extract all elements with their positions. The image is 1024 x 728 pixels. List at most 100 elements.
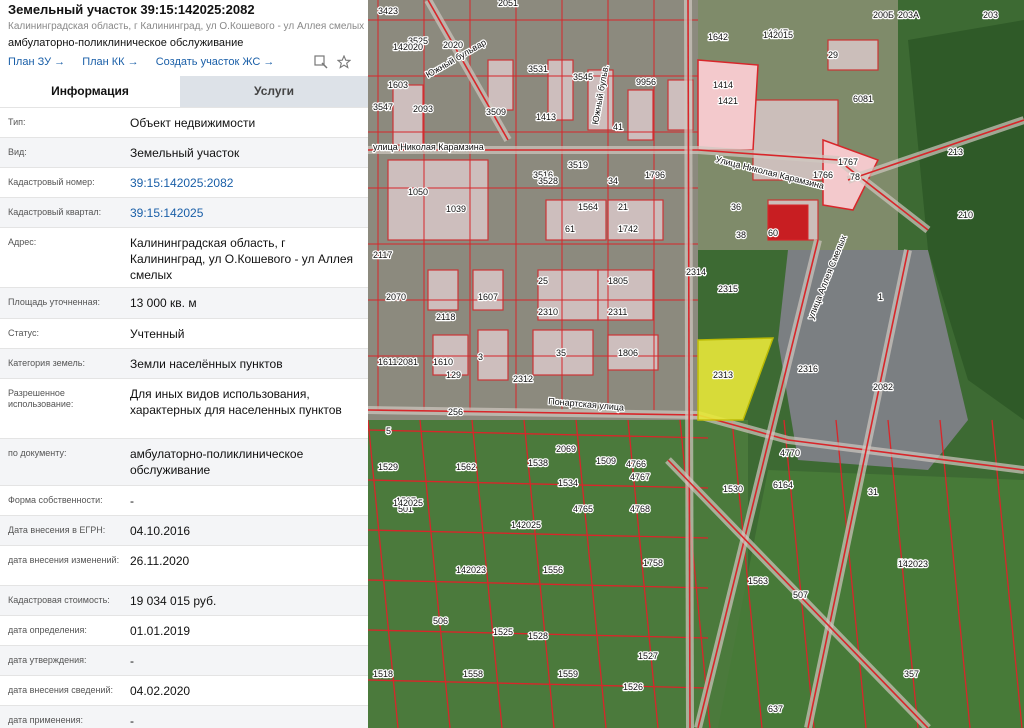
parcel-label: 1526 [623, 682, 643, 692]
attribute-value-link[interactable]: 39:15:142025:2082 [130, 175, 362, 191]
attribute-row: Категория земель: Земли населённых пункто… [0, 348, 368, 378]
attribute-row: Адрес: Калининградская область, г Калинин… [0, 227, 368, 287]
parcel-label: 2117 [373, 250, 392, 260]
parcel-label: 1758 [643, 558, 663, 568]
attribute-row: дата применения: - [0, 705, 368, 728]
parcel-label: 2311 [608, 307, 627, 317]
attribute-label: Форма собственности: [8, 495, 103, 505]
building [607, 199, 664, 241]
parcel-label: 2051 [498, 0, 518, 8]
parcel-label: 507 [793, 590, 808, 600]
parcel-label: 3519 [568, 160, 588, 170]
info-panel: Земельный участок 39:15:142025:2082 Кали… [0, 0, 368, 728]
parcel-label: 5 [386, 426, 391, 436]
attribute-label: Кадастровая стоимость: [8, 595, 110, 605]
street-label: улица Николая Карамзина [373, 142, 484, 152]
attribute-value: - [130, 494, 134, 508]
building [432, 334, 469, 376]
parcel-use: амбулаторно-поликлиническое обслуживание [8, 37, 244, 49]
parcel-label: 3528 [538, 176, 558, 186]
parcel-label: 4768 [630, 504, 650, 514]
parcel-label: 2312 [513, 374, 533, 384]
parcel-label: 2310 [538, 307, 558, 317]
quarter-label: 142025 [393, 498, 423, 508]
parcel-label: 1563 [748, 576, 768, 586]
attribute-row: Кадастровая стоимость: 19 034 015 руб. [0, 585, 368, 615]
attribute-row: Разрешенное использование: Для иных видов… [0, 378, 368, 438]
parcel-label: 1610 [433, 357, 453, 367]
parcel-label: 129 [446, 370, 461, 380]
parcel-label: 34 [608, 176, 618, 186]
attribute-label: дата внесения сведений: [8, 685, 113, 695]
parcel-label: 1039 [446, 204, 466, 214]
green-area [718, 470, 1024, 728]
building [547, 59, 574, 121]
attribute-value-link[interactable]: 39:15:142025 [130, 205, 362, 221]
parcel-label: 3509 [486, 107, 506, 117]
attribute-row: Форма собственности: - [0, 485, 368, 515]
parcel-label: 2093 [413, 104, 433, 114]
plan-zu-link[interactable]: План ЗУ → [8, 56, 65, 68]
parcel-label: 210 [958, 210, 973, 220]
cadastral-map[interactable]: 3423 3525 2051 2020 1603 3531 3545 9956 1642 1414… [368, 0, 1024, 728]
attribute-row: Кадастровый квартал: 39:15:142025 [0, 197, 368, 227]
parcel-label: 1530 [723, 484, 743, 494]
parcel-label: 203 [983, 10, 998, 20]
parcel-label: 4767 [630, 472, 650, 482]
tab-bar: Информация Услуги [0, 76, 368, 107]
map-canvas[interactable]: 3423352520512020160335313545 995616421414… [368, 0, 1024, 728]
attribute-value: Калининградская область, г Калининград, … [130, 236, 354, 282]
building [392, 84, 424, 146]
attribute-value: Для иных видов использования, характерны… [130, 387, 342, 417]
parcel-label: 1806 [618, 348, 638, 358]
attribute-row: Площадь уточненная: 13 000 кв. м [0, 287, 368, 318]
parcel-label: 1509 [596, 456, 616, 466]
attribute-value: 19 034 015 руб. [130, 594, 217, 608]
attribute-row: Дата внесения в ЕГРН: 04.10.2016 [0, 515, 368, 545]
parcel-label: 60 [768, 228, 778, 238]
parcel-label: 61 [565, 224, 575, 234]
quarter-label: 142023 [898, 559, 928, 569]
parcel-label: 213 [948, 147, 963, 157]
parcel-label: 1558 [463, 669, 483, 679]
attribute-row: по документу: амбулаторно-поликлиническое… [0, 438, 368, 485]
parcel-label: 6164 [773, 480, 793, 490]
parcel-label: 1525 [493, 627, 513, 637]
quarter-label: 142020 [393, 42, 423, 52]
parcel-label: 1642 [708, 32, 728, 42]
parcel-label: 4770 [780, 448, 800, 458]
attribute-row: дата утверждения: - [0, 645, 368, 675]
parcel-label: 1562 [456, 462, 476, 472]
parcel-label: 1559 [558, 669, 578, 679]
parcel-label: 35 [556, 348, 566, 358]
parcel-label: 78 [850, 172, 860, 182]
parcel-label: 2118 [436, 312, 455, 322]
parcel-label: 25 [538, 276, 548, 286]
parcel-label: 1538 [528, 458, 548, 468]
parcel-label: 3423 [378, 6, 398, 16]
attribute-label: Разрешенное использование: [8, 388, 74, 409]
plan-kk-link[interactable]: План КК → [82, 56, 138, 68]
attribute-label: дата определения: [8, 625, 87, 635]
attribute-value: 04.10.2016 [130, 524, 191, 538]
parcel-label: 3 [478, 352, 483, 362]
parcel-label: 2082 [873, 382, 893, 392]
tab-info[interactable]: Информация [0, 76, 180, 107]
parcel-label: 3545 [573, 72, 593, 82]
parcel-label: 38 [736, 230, 746, 240]
attribute-value: Учтенный [130, 327, 185, 341]
parcel-label: 1414 [713, 80, 733, 90]
create-parcel-link[interactable]: Создать участок ЖС → [156, 56, 275, 68]
tab-services[interactable]: Услуги [180, 76, 368, 107]
building [387, 159, 489, 241]
attribute-label: Статус: [8, 328, 39, 338]
attribute-label: дата утверждения: [8, 655, 87, 665]
parcel-label: 1742 [618, 224, 638, 234]
parcel-label: 21 [618, 202, 628, 212]
attribute-row: Статус: Учтенный [0, 318, 368, 348]
parcel-label: 1413 [536, 112, 556, 122]
parcel-label: 142025 [511, 520, 541, 530]
search-icon[interactable] [314, 55, 328, 69]
attribute-row: Кадастровый номер: 39:15:142025:2082 [0, 167, 368, 197]
star-icon[interactable] [336, 54, 352, 69]
